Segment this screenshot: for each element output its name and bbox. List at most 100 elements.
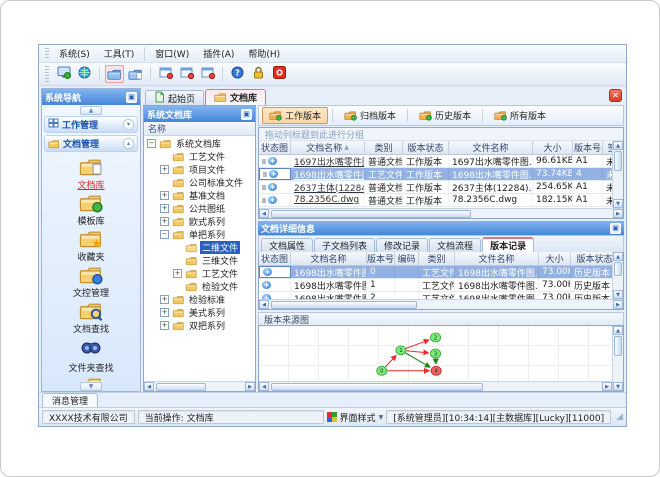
main-table-vscrollbar[interactable]: ▲ ▼ [612, 141, 623, 208]
sidebar-item-模板库[interactable]: 模板库 [47, 193, 135, 227]
table-row[interactable]: +2637主体(12284).dwg普通文档工作版本2637主体(12284).… [259, 181, 612, 194]
table-row[interactable]: +78.2356C.dwg 普通文档 工作版本 78.2356C.dwg 182.15K… [259, 194, 612, 207]
column-header-版本号[interactable]: 版本号 [573, 141, 603, 154]
column-header-文件名称[interactable]: 文件名称 [455, 252, 539, 265]
column-header-大小[interactable]: 大小 [533, 141, 573, 154]
graph-vscrollbar[interactable]: ▲ ▼ [612, 326, 623, 391]
resize-grip-icon[interactable]: ◢ [616, 412, 623, 422]
version-node-1[interactable]: 1 [395, 345, 407, 356]
scroll-up-icon[interactable]: ▲ [613, 141, 623, 150]
sidebar-scroll-up[interactable]: ▲ [42, 105, 140, 115]
sidebar-item-文控管理[interactable]: 文控管理 [47, 265, 135, 299]
tree-item-工艺文件[interactable]: 工艺文件 [144, 150, 255, 163]
detail-tab-版本记录[interactable]: 版本记录 [482, 237, 535, 252]
tree-item-美式系列[interactable]: + 美式系列 [144, 306, 255, 319]
tree-item-单把系列[interactable]: − 单把系列 [144, 228, 255, 241]
scroll-left-icon[interactable]: ◀ [259, 209, 269, 218]
scroll-right-icon[interactable]: ▶ [613, 209, 623, 218]
version-button-归档版本[interactable]: 归档版本 [337, 107, 403, 124]
expand-icon[interactable]: + [173, 269, 182, 278]
tree-item-公司标准文件[interactable]: 公司标准文件 [144, 176, 255, 189]
menu-item-3[interactable]: 插件(A) [196, 45, 241, 62]
tree-item-双把系列[interactable]: + 双把系列 [144, 319, 255, 332]
expand-icon[interactable]: + [160, 217, 169, 226]
table-row[interactable]: +1698出水嘴零件图.dwg1工艺文件1698出水嘴零件图.dwg73.00K… [259, 279, 612, 292]
tree-hscrollbar[interactable]: ◀ ▶ [144, 381, 255, 391]
tree-item-系统文档库[interactable]: − 系统文档库 [144, 137, 255, 150]
tree-item-检验标准[interactable]: + 检验标准 [144, 293, 255, 306]
toolbar-button[interactable]: O [270, 65, 289, 83]
version-node-2[interactable]: 2 [430, 332, 441, 343]
detail-tab-文档属性[interactable]: 文档属性 [261, 238, 314, 252]
pin-icon[interactable]: ▣ [610, 222, 621, 234]
table-row[interactable]: +1698出水嘴零件图.dwg工艺文件工作版本1698出水嘴零件图.dwg73.… [259, 168, 612, 181]
chevron-icon[interactable]: ▴ [123, 138, 134, 149]
toolbar-button[interactable] [249, 65, 268, 83]
scroll-up-icon[interactable]: ▲ [613, 252, 623, 261]
toolbar-button[interactable] [54, 65, 73, 83]
tree-item-检验文件[interactable]: 检验文件 [144, 280, 255, 293]
toolbar-grip[interactable] [45, 66, 49, 82]
tree-column-header[interactable]: 名称 [144, 122, 255, 136]
expand-icon[interactable]: + [160, 295, 169, 304]
scroll-down-icon[interactable]: ▼ [613, 290, 623, 299]
expand-icon[interactable]: + [160, 204, 169, 213]
tree-item-三维文件[interactable]: 三维文件 [144, 254, 255, 267]
toolbar-button[interactable] [198, 65, 217, 83]
style-dropdown-icon[interactable]: ▼ [379, 414, 384, 421]
tree-item-公共图纸[interactable]: + 公共图纸 [144, 202, 255, 215]
column-header-签出状态[interactable]: 签出状态 [603, 141, 612, 154]
column-header-文档名称[interactable]: 文档名称 [291, 252, 367, 265]
sidebar-group-1[interactable]: 文档管理 ▴ [44, 135, 138, 152]
column-header-版本状态[interactable]: 版本状态 [403, 141, 449, 154]
expand-icon[interactable]: + [160, 191, 169, 200]
column-header-状态图[interactable]: 状态图 [259, 141, 291, 154]
detail-table-hscrollbar[interactable]: ◀ ▶ [259, 299, 623, 309]
expand-icon[interactable]: + [160, 165, 169, 174]
sidebar-scroll-down[interactable]: ▼ [42, 381, 140, 391]
column-header-文档名称[interactable]: 文档名称 ▲ [291, 141, 365, 154]
sidebar-item-收藏夹[interactable]: ★ 收藏夹 [47, 229, 135, 263]
close-tab-button[interactable]: ✕ [609, 89, 622, 102]
column-header-版本号[interactable]: 版本号 [367, 252, 395, 265]
version-graph[interactable]: 0 1 2 3 4 [259, 326, 612, 381]
menu-grip[interactable] [45, 47, 49, 60]
sidebar-group-0[interactable]: 工作管理 ▾ [44, 116, 138, 133]
tree-item-基准文档[interactable]: + 基准文档 [144, 189, 255, 202]
table-row[interactable]: +1697出水嘴零件图.dwg普通文档工作版本1697出水嘴零件图.dwg96.… [259, 155, 612, 168]
detail-table-vscrollbar[interactable]: ▲ ▼ [612, 252, 623, 299]
version-button-历史版本[interactable]: 历史版本 [412, 107, 478, 124]
tree-item-二维文件[interactable]: 二维文件 [144, 241, 255, 254]
table-row[interactable]: +1698出水嘴零件图.dwg2工艺文件1698出水嘴零件图.dwg73.00K… [259, 292, 612, 299]
scroll-down-icon[interactable]: ▼ [613, 382, 623, 391]
toolbar-button[interactable] [105, 65, 124, 83]
tab-文档库[interactable]: 文档库 [205, 89, 267, 105]
toolbar-button[interactable] [177, 65, 196, 83]
toolbar-button[interactable] [156, 65, 175, 83]
pin-icon[interactable]: ▣ [126, 91, 137, 103]
collapse-icon[interactable]: − [147, 139, 156, 148]
expand-icon[interactable]: + [160, 321, 169, 330]
scroll-left-icon[interactable]: ◀ [259, 300, 269, 309]
sidebar-item-文件夹查找[interactable]: 文件夹查找 [47, 337, 135, 374]
menu-item-1[interactable]: 工具(T) [97, 45, 142, 62]
message-management-tab[interactable]: 消息管理 [42, 393, 99, 407]
scroll-down-icon[interactable]: ▼ [613, 199, 623, 208]
version-node-4[interactable]: 4 [430, 365, 442, 376]
tree-item-欧式系列[interactable]: + 欧式系列 [144, 215, 255, 228]
graph-hscrollbar[interactable]: ◀ ▶ [259, 381, 612, 391]
chevron-icon[interactable]: ▾ [123, 119, 134, 130]
style-label[interactable]: 界面样式 [340, 411, 376, 424]
menu-item-4[interactable]: 帮助(H) [241, 45, 287, 62]
column-header-类别[interactable]: 类别 [365, 141, 403, 154]
toolbar-button[interactable]: ? [228, 65, 247, 83]
scroll-left-icon[interactable]: ◀ [259, 382, 269, 391]
scroll-right-icon[interactable]: ▶ [613, 300, 623, 309]
column-header-版本状态[interactable]: 版本状态 [571, 252, 612, 265]
main-table-hscrollbar[interactable]: ◀ ▶ [259, 208, 623, 218]
scroll-left-icon[interactable]: ◀ [144, 382, 154, 391]
toolbar-button[interactable] [126, 65, 145, 83]
pin-icon[interactable]: ▣ [241, 108, 252, 120]
column-header-状态图[interactable]: 状态图 [259, 252, 291, 265]
scroll-right-icon[interactable]: ▶ [602, 382, 612, 391]
